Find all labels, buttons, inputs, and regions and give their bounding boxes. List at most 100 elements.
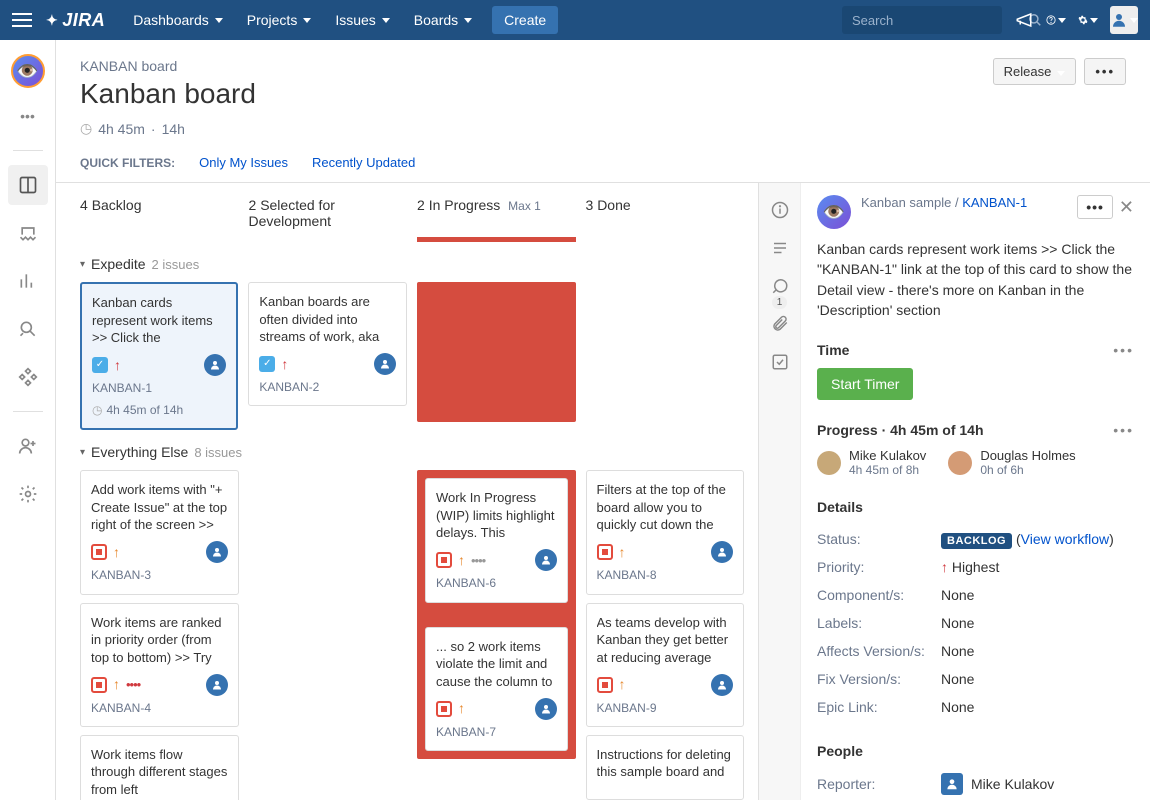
detail-project-avatar: 👁️ <box>817 195 851 229</box>
nav-boards[interactable]: Boards <box>404 6 482 34</box>
card-description: Work In Progress (WIP) limits highlight … <box>436 489 557 541</box>
reporter-name: Mike Kulakov <box>971 776 1054 792</box>
rail-search-tune-icon[interactable] <box>8 309 48 349</box>
lane-column[interactable]: Filters at the top of the board allow yo… <box>586 470 745 799</box>
breadcrumb[interactable]: KANBAN board <box>80 58 1126 74</box>
lane-column[interactable]: Add work items with "+ Create Issue" at … <box>80 470 239 800</box>
close-icon[interactable]: ✕ <box>1119 197 1134 218</box>
priority-icon: ↑ <box>281 355 288 374</box>
detail-subtasks-icon[interactable] <box>767 349 793 375</box>
card-time: 4h 45m of 14h <box>92 402 226 418</box>
settings-icon[interactable] <box>1078 10 1098 30</box>
assignee-avatar <box>204 354 226 376</box>
detail-attach-icon[interactable] <box>767 311 793 337</box>
status-badge: BACKLOG <box>941 533 1012 549</box>
swimlane-title[interactable]: ▾ Everything Else 8 issues <box>80 444 744 460</box>
detail-field-row: Affects Version/s:None <box>817 637 1134 665</box>
detail-panel: 1 👁️ Kanban sample / KANBAN-1 ••• <box>758 183 1150 800</box>
kanban-card[interactable]: Work items are ranked in priority order … <box>80 603 239 727</box>
detail-field-row: Component/s:None <box>817 581 1134 609</box>
user-avatar[interactable] <box>1110 6 1138 34</box>
filter-recently-updated[interactable]: Recently Updated <box>312 155 415 170</box>
project-avatar-icon[interactable]: 👁️ <box>11 54 45 88</box>
kanban-card[interactable]: Add work items with "+ Create Issue" at … <box>80 470 239 594</box>
hamburger-icon[interactable] <box>12 13 32 27</box>
detail-description-icon[interactable] <box>767 235 793 261</box>
kanban-card[interactable]: Instructions for deleting this sample bo… <box>586 735 745 800</box>
clock-icon <box>80 120 92 137</box>
detail-info-icon[interactable] <box>767 197 793 223</box>
detail-field-row: Fix Version/s:None <box>817 665 1134 693</box>
kanban-card[interactable]: Kanban boards are often divided into str… <box>248 282 406 406</box>
assignee-avatar <box>535 549 557 571</box>
rail-add-user-icon[interactable] <box>8 426 48 466</box>
epic-type-icon <box>436 552 452 568</box>
detail-field-row: Labels:None <box>817 609 1134 637</box>
help-icon[interactable] <box>1046 10 1066 30</box>
time-summary: 4h 45m · 14h <box>80 120 1126 137</box>
column-in-progress: 2 In Progress Max 1 <box>417 197 576 242</box>
detail-comments-icon[interactable]: 1 <box>767 273 793 299</box>
assignee-avatar <box>711 674 733 696</box>
kanban-card[interactable]: Work items flow through different stages… <box>80 735 239 800</box>
start-timer-button[interactable]: Start Timer <box>817 368 913 400</box>
card-description: Work items are ranked in priority order … <box>91 614 228 666</box>
swimlane-title[interactable]: ▾ Expedite 2 issues <box>80 256 744 272</box>
avatar <box>948 451 972 475</box>
kanban-card[interactable]: Kanban cards represent work items >> Cli… <box>80 282 238 430</box>
card-key: KANBAN-8 <box>597 567 734 583</box>
avatar <box>817 451 841 475</box>
card-key: KANBAN-2 <box>259 379 395 395</box>
kanban-card[interactable]: As teams develop with Kanban they get be… <box>586 603 745 727</box>
time-section-more[interactable]: ••• <box>1113 342 1134 358</box>
rail-project-settings-icon[interactable] <box>8 474 48 514</box>
kanban-card[interactable]: ... so 2 work items violate the limit an… <box>425 627 568 751</box>
search-input[interactable] <box>852 13 1028 28</box>
detail-more-button[interactable]: ••• <box>1077 195 1113 219</box>
lane-column[interactable]: Kanban boards are often divided into str… <box>248 282 406 406</box>
rail-more-icon[interactable]: ••• <box>8 96 48 136</box>
lane-column[interactable]: Work In Progress (WIP) limits highlight … <box>417 470 576 758</box>
priority-icon: ↑ <box>113 543 120 562</box>
card-key: KANBAN-9 <box>597 700 734 716</box>
search-box[interactable] <box>842 6 1002 34</box>
priority-icon: ↑ <box>113 675 120 694</box>
detail-issue-key-link[interactable]: KANBAN-1 <box>962 195 1027 210</box>
jira-logo[interactable]: JIRA <box>46 10 105 31</box>
task-type-icon: ✓ <box>259 356 275 372</box>
card-key: KANBAN-1 <box>92 380 226 396</box>
view-workflow-link[interactable]: View workflow <box>1021 531 1109 547</box>
assignee-avatar <box>206 674 228 696</box>
priority-icon: ↑ <box>619 543 626 562</box>
nav-issues[interactable]: Issues <box>325 6 399 34</box>
rail-ship-icon[interactable] <box>8 213 48 253</box>
overlimit-indicator <box>417 282 576 422</box>
reporter-label: Reporter: <box>817 776 941 792</box>
nav-dashboards[interactable]: Dashboards <box>123 6 233 34</box>
lane-column[interactable] <box>417 282 576 422</box>
rail-board-icon[interactable] <box>8 165 48 205</box>
kanban-card[interactable]: Filters at the top of the board allow yo… <box>586 470 745 594</box>
create-button[interactable]: Create <box>492 6 558 34</box>
card-description: As teams develop with Kanban they get be… <box>597 614 734 666</box>
release-button[interactable]: Release <box>993 58 1077 85</box>
rail-reports-icon[interactable] <box>8 261 48 301</box>
rail-component-icon[interactable] <box>8 357 48 397</box>
priority-icon: ↑ <box>458 699 465 718</box>
nav-projects[interactable]: Projects <box>237 6 322 34</box>
clock-icon <box>92 402 102 418</box>
megaphone-icon[interactable] <box>1014 10 1034 30</box>
card-key: KANBAN-7 <box>436 724 557 740</box>
board-more-button[interactable]: ••• <box>1084 58 1126 85</box>
card-key: KANBAN-3 <box>91 567 228 583</box>
priority-icon: ↑ <box>941 559 948 575</box>
card-description: Kanban cards represent work items >> Cli… <box>92 294 226 346</box>
lane-column[interactable]: Kanban cards represent work items >> Cli… <box>80 282 238 430</box>
progress-section-more[interactable]: ••• <box>1113 422 1134 438</box>
progress-section-title: Progress · 4h 45m of 14h <box>817 422 984 438</box>
epic-type-icon <box>597 677 613 693</box>
kanban-card[interactable]: Work In Progress (WIP) limits highlight … <box>425 478 568 602</box>
flag-dots-icon: •••• <box>126 676 140 694</box>
filter-only-my-issues[interactable]: Only My Issues <box>199 155 288 170</box>
assignee-avatar <box>711 541 733 563</box>
